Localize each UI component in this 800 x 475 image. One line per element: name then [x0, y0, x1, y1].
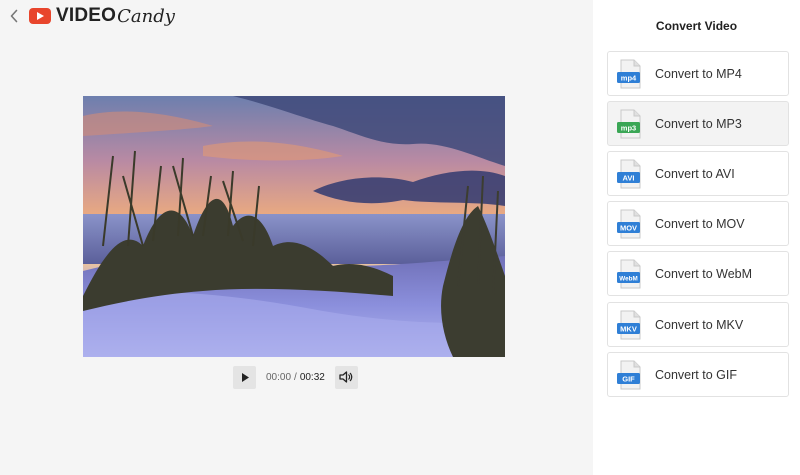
- file-icon-badge: GIF: [622, 374, 635, 383]
- mp4-file-icon: mp4: [617, 59, 643, 89]
- avi-file-icon: AVI: [617, 159, 643, 189]
- convert-option-label: Convert to AVI: [655, 166, 735, 181]
- logo-text-candy: Candy: [117, 5, 175, 27]
- back-button[interactable]: [6, 6, 22, 26]
- convert-option-label: Convert to MKV: [655, 317, 744, 332]
- file-icon-badge: mp4: [621, 73, 637, 82]
- mkv-file-icon: MKV: [617, 310, 643, 340]
- convert-option-mov[interactable]: MOV Convert to MOV: [607, 201, 789, 246]
- time-display: 00:00 / 00:32: [266, 372, 325, 383]
- file-icon-badge: WebM: [619, 275, 637, 282]
- convert-option-label: Convert to WebM: [655, 266, 753, 281]
- logo[interactable]: VIDEO Candy: [29, 4, 175, 28]
- panel-title: Convert Video: [655, 19, 738, 33]
- video-preview[interactable]: [83, 96, 505, 357]
- volume-button[interactable]: [334, 365, 358, 389]
- convert-option-gif[interactable]: GIF Convert to GIF: [607, 352, 789, 397]
- webm-file-icon: WebM: [617, 259, 643, 289]
- video-camera-icon: [29, 8, 51, 24]
- convert-option-label: Convert to MP4: [655, 66, 742, 81]
- video-thumbnail: [83, 96, 505, 357]
- current-time: 00:00: [266, 371, 292, 383]
- editor-area: VIDEO Candy 00:00 / 00:32: [0, 0, 593, 475]
- chevron-left-icon: [10, 9, 18, 23]
- logo-text-video: VIDEO: [56, 5, 117, 26]
- convert-option-mp4[interactable]: mp4 Convert to MP4: [607, 51, 789, 96]
- mov-file-icon: MOV: [617, 209, 643, 239]
- file-icon-badge: MOV: [620, 223, 637, 232]
- convert-option-label: Convert to MP3: [655, 116, 742, 131]
- mp3-file-icon: mp3: [617, 109, 643, 139]
- gif-file-icon: GIF: [617, 360, 643, 390]
- convert-option-webm[interactable]: WebM Convert to WebM: [607, 251, 789, 296]
- file-icon-badge: MKV: [620, 324, 637, 333]
- play-icon: [241, 372, 249, 382]
- time-separator: /: [294, 371, 297, 383]
- total-time: 00:32: [299, 371, 325, 383]
- convert-option-mkv[interactable]: MKV Convert to MKV: [607, 302, 789, 347]
- convert-option-label: Convert to MOV: [655, 216, 745, 231]
- convert-option-label: Convert to GIF: [655, 367, 737, 382]
- play-button[interactable]: [233, 365, 256, 389]
- file-icon-badge: mp3: [621, 123, 636, 132]
- convert-option-avi[interactable]: AVI Convert to AVI: [607, 151, 789, 196]
- volume-icon: [339, 371, 353, 383]
- file-icon-badge: AVI: [623, 173, 635, 182]
- player-controls: 00:00 / 00:32: [233, 365, 358, 389]
- convert-option-mp3[interactable]: mp3 Convert to MP3: [607, 101, 789, 146]
